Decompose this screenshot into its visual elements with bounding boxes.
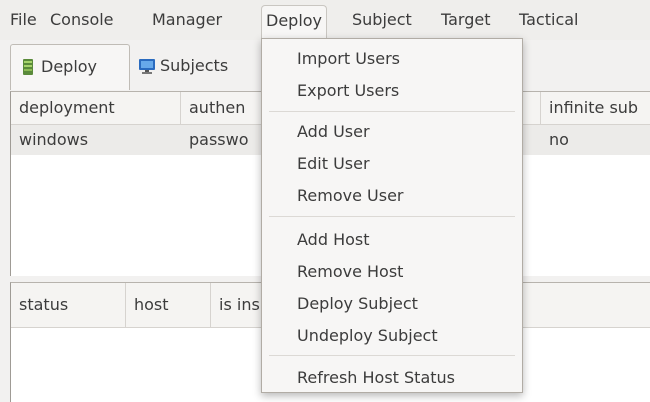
menu-separator [269, 355, 515, 356]
col-host[interactable]: host [126, 283, 211, 327]
menu-deploy[interactable]: Deploy [261, 5, 328, 39]
menu-subject[interactable]: Subject [352, 0, 412, 40]
menu-target[interactable]: Target [441, 0, 491, 40]
deploy-menu: Import Users Export Users Add User Edit … [261, 38, 523, 393]
menu-separator [269, 216, 515, 217]
menu-item-import-users[interactable]: Import Users [297, 44, 400, 74]
server-icon [23, 59, 33, 75]
menu-item-deploy-subject[interactable]: Deploy Subject [297, 289, 418, 319]
menu-item-refresh-host-status[interactable]: Refresh Host Status [297, 363, 455, 393]
col-infinite-subjects[interactable]: infinite sub [541, 92, 650, 124]
tab-deploy[interactable]: Deploy [10, 44, 130, 90]
col-status[interactable]: status [11, 283, 126, 327]
menu-file[interactable]: File [10, 0, 37, 40]
monitor-icon [139, 59, 155, 74]
menu-item-add-host[interactable]: Add Host [297, 225, 370, 255]
menu-manager[interactable]: Manager [152, 0, 222, 40]
menu-item-remove-user[interactable]: Remove User [297, 181, 403, 211]
menu-item-edit-user[interactable]: Edit User [297, 149, 370, 179]
menu-item-export-users[interactable]: Export Users [297, 76, 399, 106]
tab-deploy-label: Deploy [41, 57, 98, 76]
cell-infinite-subjects: no [549, 130, 569, 149]
menu-item-undeploy-subject[interactable]: Undeploy Subject [297, 321, 438, 351]
menu-tactical[interactable]: Tactical [519, 0, 579, 40]
tab-subjects-label: Subjects [160, 56, 229, 75]
menu-item-remove-host[interactable]: Remove Host [297, 257, 403, 287]
menu-console[interactable]: Console [50, 0, 114, 40]
tab-subjects[interactable]: Subjects [130, 44, 260, 90]
menu-item-add-user[interactable]: Add User [297, 117, 370, 147]
cell-deployment: windows [19, 130, 89, 149]
col-deployment[interactable]: deployment [11, 92, 181, 124]
menu-bar: File Console Manager Deploy Subject Targ… [0, 0, 650, 40]
menu-separator [269, 111, 515, 112]
